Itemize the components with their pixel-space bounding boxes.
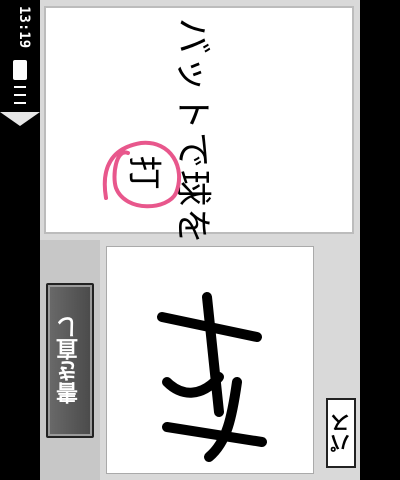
handwriting-canvas[interactable]: 打: [106, 246, 314, 474]
status-arrow-icon: [0, 112, 40, 126]
question-panel: バットで球をうつ 打: [44, 6, 354, 322]
right-black-strip: [360, 0, 400, 480]
signal-icon: [14, 86, 26, 108]
game-screen: バットで球をうつ 打 書き直し 打 パス: [40, 0, 360, 480]
pass-button[interactable]: パス: [326, 398, 356, 468]
rewrite-label: 書き直し: [57, 316, 82, 405]
pass-label: パス: [329, 413, 354, 453]
drawn-character: [157, 292, 267, 462]
rewrite-button[interactable]: 書き直し: [46, 283, 94, 438]
question-text: バットで球をうつ: [172, 18, 213, 323]
circled-character: 打: [86, 128, 186, 218]
